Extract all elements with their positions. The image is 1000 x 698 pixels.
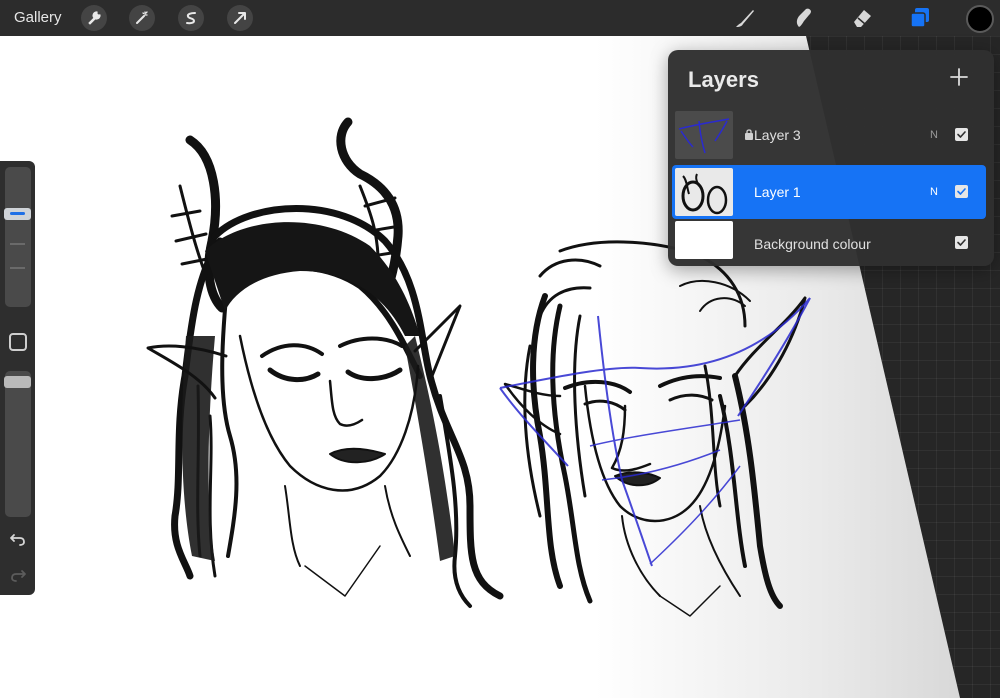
magic-wand-icon[interactable] xyxy=(129,5,155,31)
transform-arrow-icon[interactable] xyxy=(227,5,253,31)
layer-row-background[interactable]: Background colour xyxy=(672,218,986,272)
layer-row-layer-3[interactable]: Layer 3 N xyxy=(672,108,986,162)
redo-icon[interactable] xyxy=(8,564,28,584)
layer-thumbnail xyxy=(675,168,733,216)
background-color-swatch[interactable] xyxy=(675,221,733,259)
undo-icon[interactable] xyxy=(8,528,28,548)
lock-icon xyxy=(745,129,753,140)
top-toolbar: Gallery xyxy=(0,0,1000,36)
layer-row-layer-1[interactable]: Layer 1 N xyxy=(672,165,986,219)
wrench-icon[interactable] xyxy=(81,5,107,31)
layer-thumbnail xyxy=(675,111,733,159)
brush-opacity-handle[interactable] xyxy=(4,376,31,388)
color-picker-button[interactable] xyxy=(966,5,994,33)
size-slider-tick xyxy=(10,243,25,245)
brush-icon[interactable] xyxy=(732,5,758,31)
visibility-checkbox[interactable] xyxy=(955,236,968,249)
layers-panel: Layers Layer 3 N Layer 1 N Background co… xyxy=(668,50,994,266)
blend-mode-button[interactable]: N xyxy=(930,186,938,198)
layer-name: Layer 3 xyxy=(754,127,801,143)
visibility-checkbox[interactable] xyxy=(955,128,968,141)
visibility-checkbox[interactable] xyxy=(955,185,968,198)
plus-icon[interactable] xyxy=(948,66,970,88)
gallery-button[interactable]: Gallery xyxy=(14,9,62,26)
layer-name: Layer 1 xyxy=(754,184,801,200)
selection-icon[interactable] xyxy=(178,5,204,31)
layer-name: Background colour xyxy=(754,236,871,252)
smudge-icon[interactable] xyxy=(790,5,816,31)
brush-size-slider[interactable] xyxy=(5,167,31,307)
size-slider-tick xyxy=(10,267,25,269)
left-sidebar xyxy=(0,161,35,595)
modifier-square-icon[interactable] xyxy=(9,333,27,351)
layers-icon[interactable] xyxy=(907,5,933,31)
eraser-icon[interactable] xyxy=(849,5,875,31)
brush-opacity-slider[interactable] xyxy=(5,371,31,517)
blend-mode-button[interactable]: N xyxy=(930,129,938,141)
layers-panel-title: Layers xyxy=(688,67,759,92)
brush-size-handle[interactable] xyxy=(4,208,31,220)
